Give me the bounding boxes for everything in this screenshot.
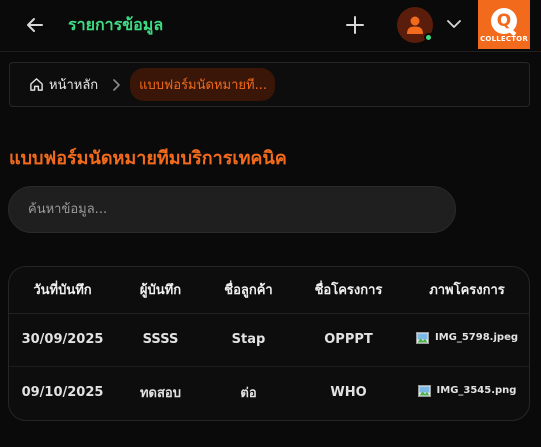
brand-q-mark: Q [491,8,517,34]
image-file-name: IMG_5798.jpeg [434,332,519,343]
breadcrumb: หน้าหลัก แบบฟอร์มนัดหมายที... [9,62,530,107]
breadcrumb-current: แบบฟอร์มนัดหมายที... [130,68,276,101]
user-avatar[interactable] [397,7,433,43]
cell-project-image: IMG_5798.jpeg [405,313,529,367]
app-title: รายการข้อมูล [68,15,164,34]
cell-project-image: IMG_3545.png [405,366,529,419]
chevron-right-icon [113,78,120,91]
page-title: แบบฟอร์มนัดหมายทีมบริการเทคนิค [9,148,287,169]
cell-customer: Stap [205,313,292,367]
breadcrumb-separator [112,78,120,91]
image-file-name: IMG_3545.png [436,385,517,397]
column-header-recorder[interactable]: ผู้บันทึก [116,267,205,314]
cell-project: OPPPT [292,313,405,367]
home-icon [30,78,43,91]
add-button[interactable] [342,12,368,38]
cell-date: 30/09/2025 [9,313,116,367]
arrow-left-icon [27,18,43,32]
records-table-card: วันที่บันทึก ผู้บันทึก ชื่อลูกค้า ชื่อโค… [8,266,530,421]
column-header-project[interactable]: ชื่อโครงการ [292,267,405,314]
image-file-link[interactable]: IMG_5798.jpeg [415,331,519,344]
user-icon [407,16,423,34]
image-file-icon [415,331,429,344]
cell-recorder: ทดสอบ [139,386,181,402]
table-row[interactable]: 30/09/2025 SSSS Stap OPPPT IMG_5798.jpeg [9,313,529,367]
user-menu-toggle[interactable] [444,14,464,34]
cell-date: 09/10/2025 [21,385,104,401]
column-header-project-image[interactable]: ภาพโครงการ [405,267,529,314]
records-table: วันที่บันทึก ผู้บันทึก ชื่อลูกค้า ชื่อโค… [9,267,529,419]
top-bar: รายการข้อมูล Q COLLECTOR [0,0,541,52]
image-file-icon [417,384,431,397]
column-header-customer[interactable]: ชื่อลูกค้า [205,267,292,314]
table-header-row: วันที่บันทึก ผู้บันทึก ชื่อลูกค้า ชื่อโค… [9,267,529,314]
image-file-link[interactable]: IMG_3545.png [417,384,517,397]
cell-project: WHO [330,385,367,401]
back-button[interactable] [22,12,48,38]
brand-logo[interactable]: Q COLLECTOR [478,0,530,49]
chevron-down-icon [447,20,461,28]
online-status-dot [424,33,433,42]
cell-customer: ต่อ [240,386,257,402]
search-input[interactable] [8,186,456,233]
breadcrumb-home-label: หน้าหลัก [49,78,99,93]
breadcrumb-home[interactable]: หน้าหลัก [29,74,98,95]
column-header-date[interactable]: วันที่บันทึก [9,267,116,314]
brand-text: COLLECTOR [480,35,528,43]
cell-recorder: SSSS [116,313,205,367]
table-row[interactable]: 09/10/2025 ทดสอบ ต่อ WHO IMG_3545.png [9,366,529,419]
plus-icon [346,16,364,34]
